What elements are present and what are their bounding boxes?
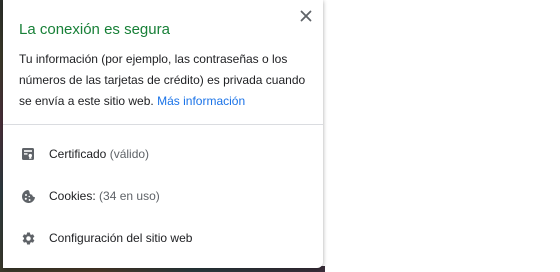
page: La conexión es segura Tu información (po… <box>0 0 560 272</box>
divider <box>3 124 323 125</box>
gear-icon <box>20 230 36 246</box>
more-info-link[interactable]: Más información <box>157 94 245 108</box>
certificate-label: Certificado (válido) <box>49 147 149 161</box>
close-button[interactable] <box>296 8 316 28</box>
popup-title: La conexión es segura <box>19 21 170 38</box>
certificate-icon <box>20 146 36 162</box>
cookies-count: (34 en uso) <box>99 189 160 203</box>
description-line: Tu información (por ejemplo, las contras… <box>19 52 288 66</box>
cookies-label: Cookies: (34 en uso) <box>49 189 160 203</box>
cookies-text: Cookies: <box>49 189 96 203</box>
cookie-icon <box>20 188 36 204</box>
connection-description: Tu información (por ejemplo, las contras… <box>19 49 317 112</box>
description-line: números de las tarjetas de crédito) es p… <box>19 73 306 87</box>
site-info-popup: La conexión es segura Tu información (po… <box>3 0 323 268</box>
site-settings-item[interactable]: Configuración del sitio web <box>3 218 323 258</box>
site-settings-label: Configuración del sitio web <box>49 231 193 245</box>
description-line: se envía a este sitio web. Más informaci… <box>19 91 317 112</box>
certificate-status: (válido) <box>109 147 150 161</box>
close-icon <box>300 9 312 27</box>
description-text: se envía a este sitio web. <box>19 94 154 108</box>
cookies-item[interactable]: Cookies: (34 en uso) <box>3 176 323 216</box>
certificate-item[interactable]: Certificado (válido) <box>3 134 323 174</box>
certificate-text: Certificado <box>49 147 107 161</box>
